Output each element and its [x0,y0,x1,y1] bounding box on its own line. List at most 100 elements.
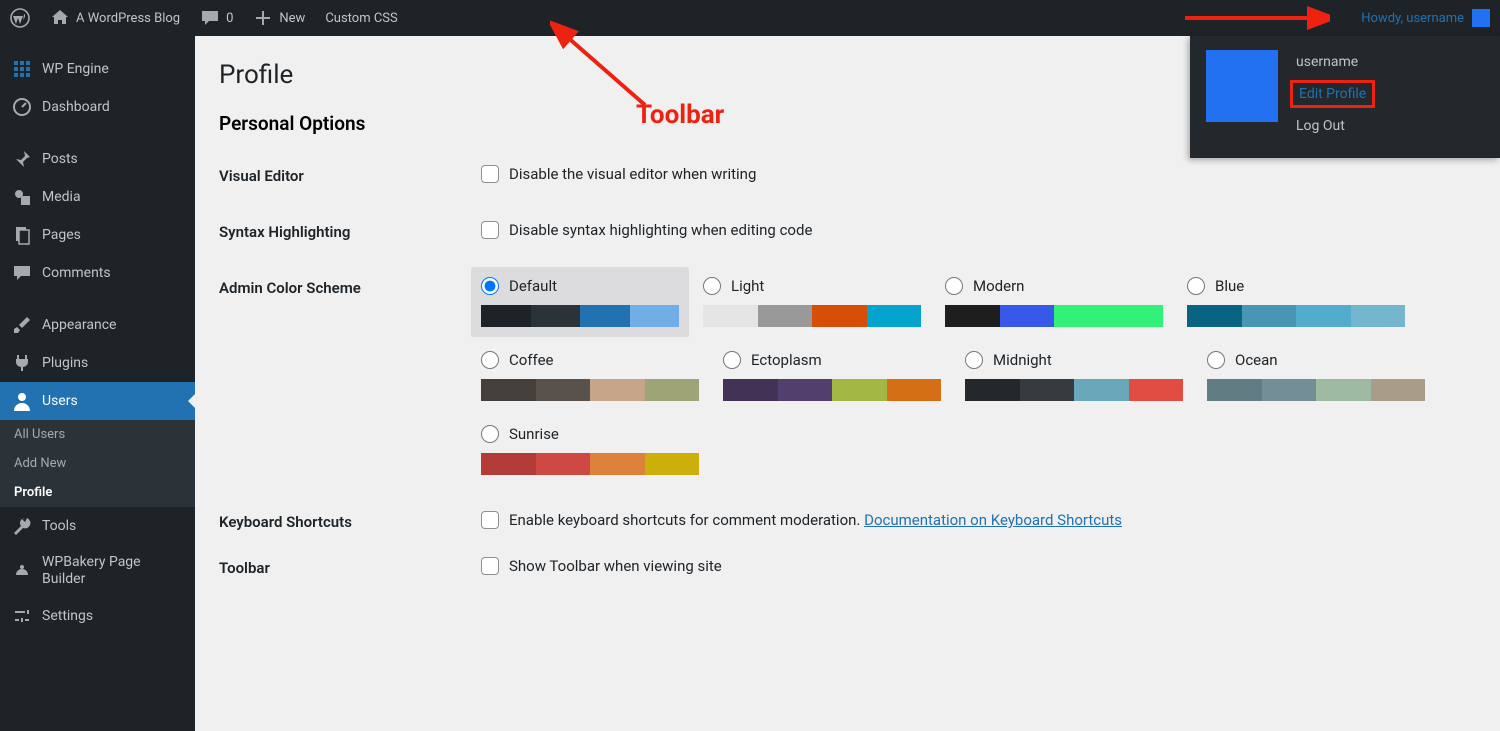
swatch-row [481,379,699,401]
color-scheme-radio[interactable] [703,277,721,295]
row-color-scheme: Admin Color Scheme DefaultLightModernBlu… [219,277,1476,475]
swatch [1129,379,1184,401]
sidebar-item-media[interactable]: Media [0,178,195,216]
color-scheme-midnight[interactable]: Midnight [965,351,1183,401]
sliders-icon [12,606,32,626]
custom-css-link[interactable]: Custom CSS [315,0,407,36]
user-dropdown: username Edit Profile Log Out [1190,36,1500,158]
media-icon [12,187,32,207]
swatch [1242,305,1297,327]
color-scheme-ectoplasm[interactable]: Ectoplasm [723,351,941,401]
home-icon [50,8,70,28]
swatch [778,379,833,401]
color-scheme-label: Ectoplasm [751,351,822,369]
swatch [1316,379,1371,401]
brush-icon [12,315,32,335]
row-toolbar: Toolbar Show Toolbar when viewing site [219,557,1476,577]
sidebar-item-wpengine[interactable]: WP Engine [0,50,195,88]
color-scheme-ocean[interactable]: Ocean [1207,351,1425,401]
color-scheme-sunrise[interactable]: Sunrise [481,425,699,475]
color-scheme-radio[interactable] [965,351,983,369]
sidebar-item-comments[interactable]: Comments [0,254,195,292]
edit-profile-link[interactable]: Edit Profile [1299,86,1366,102]
user-info: username Edit Profile Log Out [1296,50,1375,134]
chk-text: Show Toolbar when viewing site [509,557,722,575]
sidebar-item-dashboard[interactable]: Dashboard [0,88,195,126]
swatch [1187,305,1242,327]
swatch [1371,379,1426,401]
swatch [1074,379,1129,401]
chk-text: Disable the visual editor when writing [509,165,756,183]
color-scheme-label: Coffee [509,351,553,369]
swatch [481,379,536,401]
howdy-account[interactable]: Howdy, username [1351,9,1500,27]
swatch-row [1187,305,1405,327]
color-scheme-label: Midnight [993,351,1052,369]
color-scheme-radio[interactable] [723,351,741,369]
adminbar-right: Howdy, username [1351,0,1500,36]
color-scheme-radio[interactable] [945,277,963,295]
color-scheme-radio[interactable] [481,425,499,443]
sidebar-item-pages[interactable]: Pages [0,216,195,254]
swatch [536,379,591,401]
sidebar-item-settings[interactable]: Settings [0,597,195,635]
adminbar-left: A WordPress Blog 0 New Custom CSS [0,0,408,36]
swatch [580,305,630,327]
new-content[interactable]: New [243,0,315,36]
swatch [1351,305,1406,327]
swatch-row [703,305,921,327]
site-link[interactable]: A WordPress Blog [40,0,190,36]
swatch [1109,305,1164,327]
user-icon [12,391,32,411]
color-scheme-coffee[interactable]: Coffee [481,351,699,401]
swatch [481,453,536,475]
label-keyboard: Keyboard Shortcuts [219,511,481,531]
sidebar-sub-all-users[interactable]: All Users [0,420,195,449]
color-scheme-default[interactable]: Default [471,267,689,337]
comments-link[interactable]: 0 [190,0,243,36]
swatch [1020,379,1075,401]
color-scheme-radio[interactable] [1207,351,1225,369]
checkbox-keyboard[interactable] [481,511,499,529]
checkbox-toolbar[interactable] [481,557,499,575]
sidebar-item-users[interactable]: Users [0,382,195,420]
chk-text: Disable syntax highlighting when editing… [509,221,812,239]
sidebar-sub-profile[interactable]: Profile [0,478,195,507]
checkbox-syntax[interactable] [481,221,499,239]
color-scheme-blue[interactable]: Blue [1187,277,1405,327]
swatch [703,305,758,327]
swatch [965,379,1020,401]
sidebar-item-plugins[interactable]: Plugins [0,344,195,382]
sidebar-item-posts[interactable]: Posts [0,140,195,178]
color-scheme-light[interactable]: Light [703,277,921,327]
swatch [645,453,700,475]
color-scheme-modern[interactable]: Modern [945,277,1163,327]
sidebar-item-appearance[interactable]: Appearance [0,306,195,344]
color-scheme-label: Ocean [1235,351,1278,369]
color-scheme-label: Blue [1215,277,1244,295]
keyboard-doc-link[interactable]: Documentation on Keyboard Shortcuts [864,511,1122,529]
dropdown-username: username [1296,54,1375,70]
comment-icon [200,8,220,28]
logout-link[interactable]: Log Out [1296,118,1375,134]
label-toolbar: Toolbar [219,557,481,577]
color-scheme-radio[interactable] [481,351,499,369]
comment-icon [12,263,32,283]
wpbakery-icon [12,561,32,581]
swatch [1054,305,1109,327]
swatch [1207,379,1262,401]
plug-icon [12,353,32,373]
sidebar-item-wpbakery[interactable]: WPBakery Page Builder [0,545,195,597]
checkbox-visual-editor[interactable] [481,165,499,183]
color-scheme-radio[interactable] [481,277,499,295]
sidebar-item-tools[interactable]: Tools [0,507,195,545]
sidebar-sub-add-new[interactable]: Add New [0,449,195,478]
color-scheme-radio[interactable] [1187,277,1205,295]
swatch [630,305,680,327]
swatch [536,453,591,475]
wp-logo[interactable] [0,0,40,36]
admin-sidebar: WP Engine Dashboard Posts Media Pages Co… [0,36,195,731]
color-scheme-grid: DefaultLightModernBlueCoffeeEctoplasmMid… [481,277,1476,475]
swatch-row [481,453,699,475]
plus-icon [253,8,273,28]
